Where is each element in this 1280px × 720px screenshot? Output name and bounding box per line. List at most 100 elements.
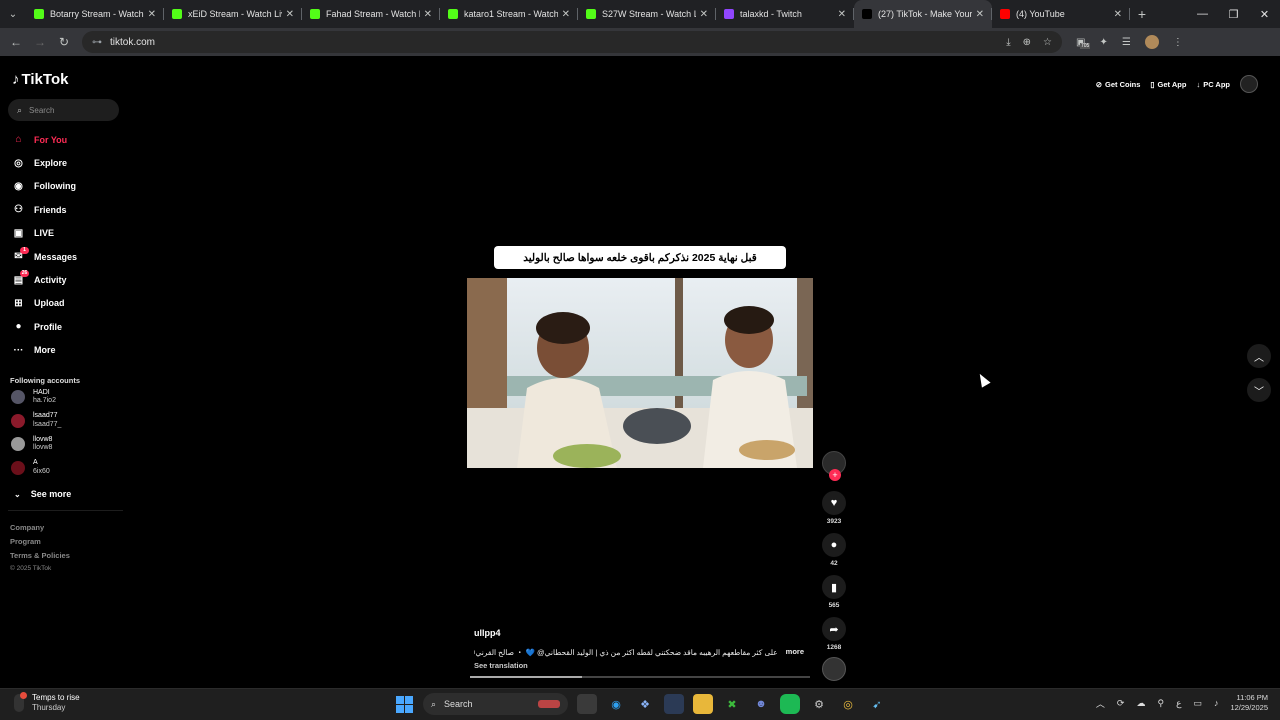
get-coins-button[interactable]: ⊘ Get Coins — [1096, 80, 1141, 89]
see-more-button[interactable]: ⌄ See more — [14, 489, 71, 499]
tiktok-logo[interactable]: ♪ TikTok — [12, 71, 68, 88]
video-overlay-caption: قبل نهاية 2025 نذكركم باقوى خلعه سواها ص… — [494, 246, 786, 269]
following-account[interactable]: HADI ha.7io2 — [11, 386, 121, 408]
language-indicator[interactable]: ع — [1176, 698, 1181, 709]
app-icon[interactable]: ⚙ — [809, 694, 829, 714]
browser-tab[interactable]: katarо1 Stream - Watch L ✕ — [440, 0, 578, 28]
taskbar-search[interactable]: ⌕ Search — [423, 693, 568, 715]
sync-icon[interactable]: ⟳ — [1117, 698, 1125, 709]
comment-icon[interactable]: ● — [822, 533, 846, 557]
forward-button[interactable]: → — [28, 35, 52, 49]
pc-app-button[interactable]: ↓ PC App — [1196, 80, 1230, 89]
sidebar-item-explore[interactable]: ◎ Explore — [12, 151, 77, 174]
close-tab-icon[interactable]: ✕ — [424, 9, 432, 20]
discord-icon[interactable]: ☻ — [751, 694, 771, 714]
save-action[interactable]: ▮ 565 — [821, 575, 847, 611]
sidebar-item-friends[interactable]: ⚇ Friends — [12, 198, 77, 221]
browser-tab[interactable]: (4) YouTube ✕ — [992, 0, 1130, 28]
install-app-icon[interactable]: ⤓ — [1006, 37, 1010, 48]
previous-video-button[interactable]: ︿ — [1247, 344, 1271, 368]
browser-tab[interactable]: Fahad Stream - Watch Live ✕ — [302, 0, 440, 28]
following-account[interactable]: llovw8 llovw8 — [11, 433, 121, 455]
browser-tab[interactable]: (27) TikTok - Make Your D ✕ — [854, 0, 992, 28]
close-tab-icon[interactable]: ✕ — [562, 9, 570, 20]
reading-list-icon[interactable]: ☰ — [1122, 37, 1131, 48]
avatar — [11, 390, 25, 404]
search-input[interactable]: ⌕ Search — [8, 99, 119, 121]
heart-icon[interactable]: ♥ — [822, 491, 846, 515]
sidebar-item-following[interactable]: ◉ Following — [12, 175, 77, 198]
start-button[interactable] — [394, 694, 414, 714]
next-video-button[interactable]: ﹀ — [1247, 378, 1271, 402]
close-tab-icon[interactable]: ✕ — [1114, 9, 1122, 20]
sidebar-item-profile[interactable]: ● Profile — [12, 315, 77, 338]
comment-action[interactable]: ● 42 — [821, 533, 847, 569]
close-tab-icon[interactable]: ✕ — [838, 9, 846, 20]
video-progress-bar[interactable] — [470, 676, 810, 678]
extensions-puzzle-icon[interactable]: ✦ — [1099, 37, 1107, 48]
chrome-icon[interactable]: ◎ — [838, 694, 858, 714]
share-icon[interactable]: ➦ — [822, 617, 846, 641]
copilot-icon[interactable]: ❖ — [635, 694, 655, 714]
tab-search-button[interactable]: ⌄ — [0, 0, 26, 28]
zoom-icon[interactable]: ⊕ — [1023, 37, 1031, 48]
network-icon[interactable]: ▭ — [1193, 698, 1202, 709]
close-tab-icon[interactable]: ✕ — [976, 9, 984, 20]
weather-widget[interactable]: Temps to rise Thursday — [14, 692, 80, 713]
music-disc-icon[interactable] — [822, 657, 846, 681]
clock[interactable]: 11:06 PM 12/29/2025 — [1230, 693, 1268, 713]
follow-plus-icon[interactable]: + — [829, 469, 841, 481]
sidebar-item-messages[interactable]: ✉ 1 Messages — [12, 245, 77, 268]
terms-link[interactable]: Terms & Policies — [10, 551, 70, 565]
chrome-menu-icon[interactable]: ⋮ — [1173, 37, 1183, 48]
video-username[interactable]: ullpp4 — [474, 628, 501, 638]
description-more-button[interactable]: more — [786, 647, 804, 658]
reload-button[interactable]: ↻ — [52, 35, 76, 49]
sidebar-item-activity[interactable]: ▤ 26 Activity — [12, 268, 77, 291]
volume-icon[interactable]: ♪ — [1214, 698, 1219, 708]
close-tab-icon[interactable]: ✕ — [700, 9, 708, 20]
back-button[interactable]: ← — [4, 35, 28, 49]
following-account[interactable]: A 6ix60 — [11, 457, 121, 479]
share-action[interactable]: ➦ 1268 — [821, 617, 847, 653]
close-tab-icon[interactable]: ✕ — [286, 9, 294, 20]
cloud-icon[interactable]: ☁ — [1136, 698, 1145, 709]
sidebar-item-for-you[interactable]: ⌂ For You — [12, 128, 77, 151]
site-info-icon[interactable]: ⊶ — [92, 37, 102, 48]
browser-tab[interactable]: xEiD Stream - Watch Live ✕ — [164, 0, 302, 28]
get-app-button[interactable]: ▯ Get App — [1150, 80, 1186, 89]
store-icon[interactable] — [664, 694, 684, 714]
task-view-icon[interactable] — [577, 694, 597, 714]
see-translation-link[interactable]: See translation — [474, 661, 528, 670]
tray-expand-icon[interactable]: ︿ — [1096, 697, 1105, 710]
steam-icon[interactable]: ➹ — [867, 694, 887, 714]
program-link[interactable]: Program — [10, 537, 70, 551]
close-window-button[interactable]: ✕ — [1249, 0, 1280, 28]
profile-avatar[interactable] — [1144, 35, 1159, 49]
browser-tab[interactable]: Botarry Stream - Watch Li ✕ — [26, 0, 164, 28]
minimize-button[interactable]: — — [1187, 0, 1218, 28]
browser-tab[interactable]: S27W Stream - Watch Liv ✕ — [578, 0, 716, 28]
whatsapp-icon[interactable] — [780, 694, 800, 714]
microphone-icon[interactable]: ⚲ — [1157, 698, 1164, 709]
following-account[interactable]: lsaad77 lsaad77_ — [11, 410, 121, 432]
extension-icon[interactable]: ▣705 — [1076, 37, 1091, 49]
browser-tab[interactable]: talaxkd - Twitch ✕ — [716, 0, 854, 28]
maximize-button[interactable]: ❐ — [1218, 0, 1249, 28]
file-explorer-icon[interactable] — [693, 694, 713, 714]
bookmark-star-icon[interactable]: ☆ — [1043, 37, 1052, 48]
sidebar-item-upload[interactable]: ⊞ Upload — [12, 292, 77, 315]
sidebar-item-more[interactable]: ··· More — [12, 339, 77, 362]
bookmark-icon[interactable]: ▮ — [822, 575, 846, 599]
sidebar-item-live[interactable]: ▣ LIVE — [12, 222, 77, 245]
creator-avatar[interactable]: + — [822, 451, 846, 481]
close-tab-icon[interactable]: ✕ — [148, 9, 156, 20]
video-frame[interactable] — [467, 278, 813, 468]
user-avatar[interactable] — [1240, 75, 1258, 93]
company-link[interactable]: Company — [10, 523, 70, 537]
new-tab-button[interactable]: + — [1130, 6, 1154, 22]
edge-icon[interactable]: ◉ — [606, 694, 626, 714]
like-action[interactable]: ♥ 3923 — [821, 491, 847, 527]
xbox-icon[interactable]: ✖ — [722, 694, 742, 714]
address-bar[interactable]: ⊶ tiktok.com ⤓ ⊕ ☆ — [82, 31, 1062, 53]
